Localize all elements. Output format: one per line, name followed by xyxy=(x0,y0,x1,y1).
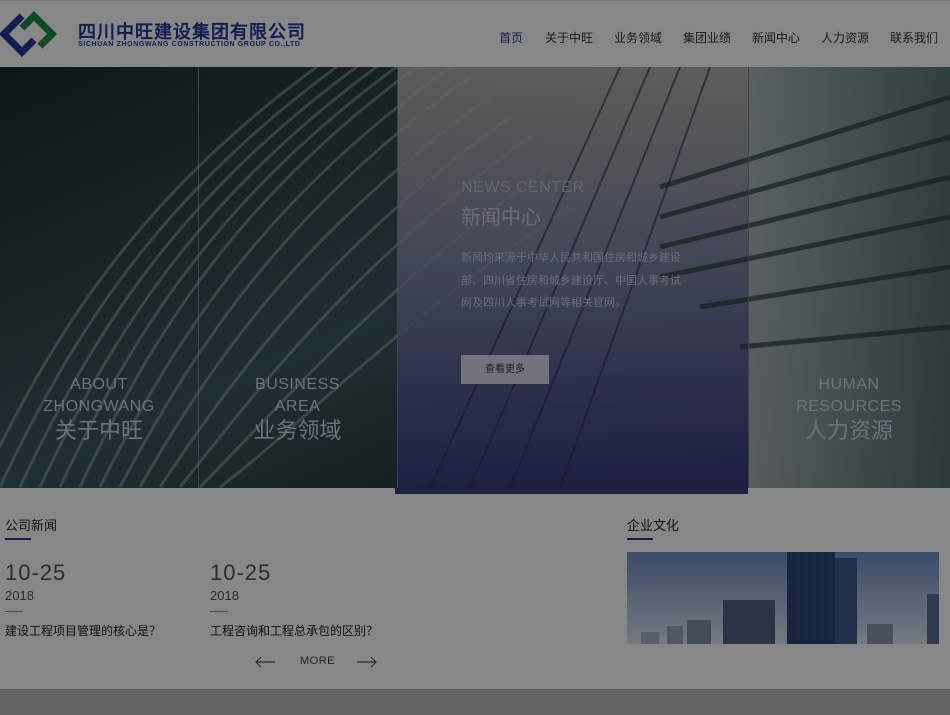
news-date: 10-25 xyxy=(210,560,272,585)
panel-business[interactable]: BUSINESS AREA 业务领域 xyxy=(198,67,397,488)
panel-about-cn: 关于中旺 xyxy=(54,418,143,443)
panel-hr[interactable]: HUMAN RESOURCES 人力资源 xyxy=(748,67,950,488)
panel-about-en1: ABOUT xyxy=(70,376,128,393)
news-separator xyxy=(210,611,228,612)
culture-image[interactable] xyxy=(627,552,939,644)
panel-hr-cn: 人力资源 xyxy=(804,418,893,443)
nav-item-news[interactable]: 新闻中心 xyxy=(752,29,800,46)
nav-item-business[interactable]: 业务领域 xyxy=(614,29,662,46)
news-year: 2018 xyxy=(210,588,239,603)
panel-business-en1: BUSINESS xyxy=(255,376,340,393)
panel-news-description: 新闻均来源于中华人民共和国住房和城乡建设部、四川省住房和城乡建设厅、中国人事考试… xyxy=(461,251,681,309)
news-title[interactable]: 建设工程项目管理的核心是？ xyxy=(5,622,161,639)
panel-business-cn: 业务领域 xyxy=(253,418,342,443)
nav-item-performance[interactable]: 集团业绩 xyxy=(683,29,731,46)
news-separator xyxy=(5,611,23,612)
footer-strip xyxy=(0,689,950,715)
view-more-button[interactable]: 查看更多 xyxy=(461,355,549,384)
nav-item-home[interactable]: 首页 xyxy=(499,29,523,46)
news-date: 10-25 xyxy=(5,560,67,585)
company-news-title: 公司新闻 xyxy=(5,519,58,534)
panel-hr-en2: RESOURCES xyxy=(796,398,902,415)
news-more-link[interactable]: MORE xyxy=(300,655,335,667)
news-title[interactable]: 工程咨询和工程总承包的区别？ xyxy=(210,622,378,639)
panel-about[interactable]: ABOUT ZHONGWANG 关于中旺 xyxy=(0,67,198,488)
panel-news-en: NEWS CENTER xyxy=(461,179,585,196)
main-nav: 首页 关于中旺 业务领域 集团业绩 新闻中心 人力资源 联系我们 xyxy=(0,29,950,49)
news-year: 2018 xyxy=(5,588,34,603)
nav-item-hr[interactable]: 人力资源 xyxy=(821,29,869,46)
panel-about-en2: ZHONGWANG xyxy=(43,398,155,415)
content-section: 公司新闻 10-25 2018 建设工程项目管理的核心是？ 10-25 2018… xyxy=(0,494,950,689)
arrow-right-icon[interactable] xyxy=(356,656,378,668)
culture-title: 企业文化 xyxy=(627,519,680,534)
arrow-left-icon[interactable] xyxy=(254,656,276,668)
culture-underline xyxy=(627,538,653,540)
nav-item-about[interactable]: 关于中旺 xyxy=(545,29,593,46)
nav-item-contact[interactable]: 联系我们 xyxy=(890,29,938,46)
panel-business-en2: AREA xyxy=(274,398,321,415)
site-header: 四川中旺建设集团有限公司 SICHUAN ZHONGWANG CONSTRUCT… xyxy=(0,0,950,67)
panel-news-cn: 新闻中心 xyxy=(461,205,541,229)
panel-hr-en1: HUMAN xyxy=(818,376,880,393)
hero-section: ABOUT ZHONGWANG 关于中旺 BUSINESS AREA 业务领域 … xyxy=(0,67,950,488)
company-news-underline xyxy=(5,538,31,540)
